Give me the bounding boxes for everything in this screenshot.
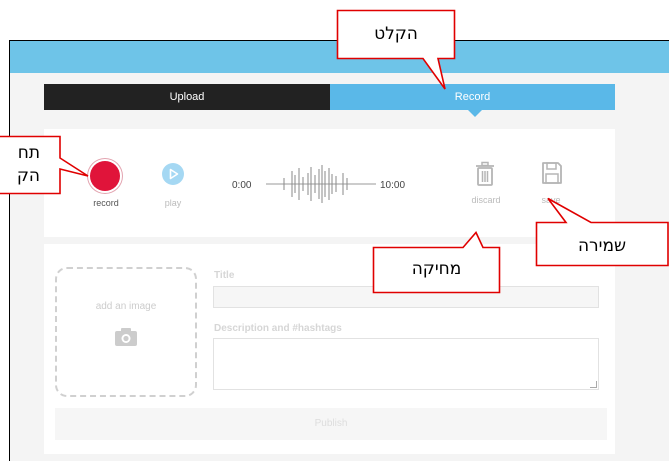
resize-handle[interactable] xyxy=(590,381,597,388)
callout-recording-text: הקלט xyxy=(374,24,418,44)
record-label: record xyxy=(93,198,119,208)
play-icon xyxy=(169,168,179,180)
play-label: play xyxy=(164,198,182,208)
title-label: Title xyxy=(214,270,235,281)
callout-start-recording-text: תח xyxy=(17,143,40,163)
callout-start-recording-text-line2: הק xyxy=(16,166,40,186)
description-label: Description and #hashtags xyxy=(214,323,342,334)
floppy-disk-icon[interactable] xyxy=(541,161,563,185)
callout-bubble xyxy=(336,9,456,90)
post-form: add an image Title Description and #hash… xyxy=(44,244,615,454)
discard-label: discard xyxy=(471,195,501,205)
callout-save-text: שמירה xyxy=(577,236,627,256)
description-textarea[interactable] xyxy=(213,338,599,390)
time-start: 0:00 xyxy=(232,180,252,191)
callout-bubble xyxy=(535,197,669,267)
add-image-label: add an image xyxy=(95,301,157,312)
recorder-panel: record play 0:00 10:00 discard xyxy=(44,129,615,237)
mode-tabs: Upload Record xyxy=(44,84,615,110)
tab-upload[interactable]: Upload xyxy=(44,84,330,110)
active-tab-indicator xyxy=(468,110,482,117)
image-upload-area[interactable]: add an image xyxy=(55,267,197,397)
camera-icon xyxy=(115,328,137,346)
publish-button[interactable]: Publish xyxy=(55,408,607,440)
time-end: 10:00 xyxy=(380,180,406,191)
record-button[interactable] xyxy=(90,161,120,191)
waveform xyxy=(266,165,376,203)
play-button[interactable] xyxy=(162,163,184,185)
trash-icon[interactable] xyxy=(474,161,496,187)
callout-delete-text: מחיקה xyxy=(411,259,462,279)
